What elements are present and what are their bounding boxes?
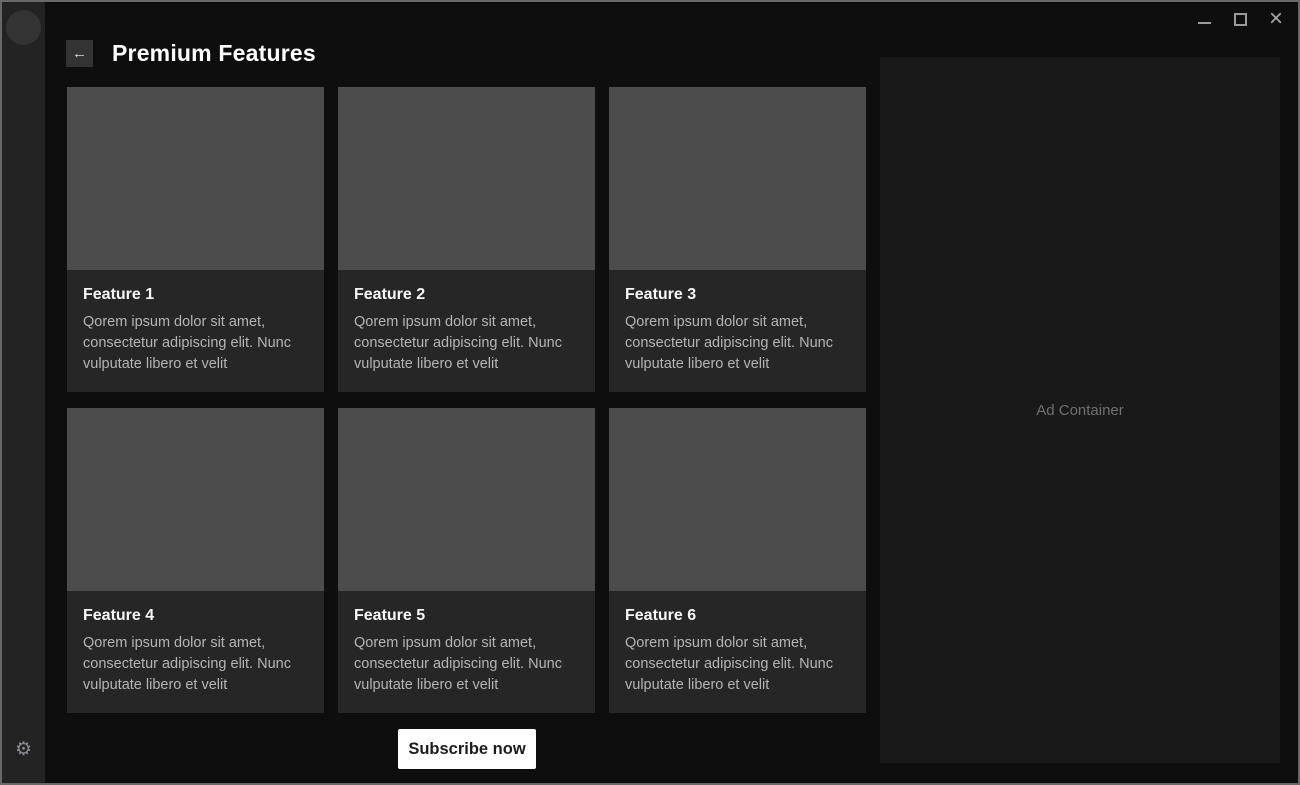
feature-description: Qorem ipsum dolor sit amet, consectetur … xyxy=(83,312,308,375)
feature-description: Qorem ipsum dolor sit amet, consectetur … xyxy=(354,312,579,375)
feature-card-body: Feature 5 Qorem ipsum dolor sit amet, co… xyxy=(338,591,595,712)
page-header: ← Premium Features xyxy=(66,40,316,67)
back-arrow-icon: ← xyxy=(72,46,87,61)
sidebar: ⚙ xyxy=(2,2,45,783)
feature-description: Qorem ipsum dolor sit amet, consectetur … xyxy=(354,633,579,696)
feature-description: Qorem ipsum dolor sit amet, consectetur … xyxy=(625,312,850,375)
feature-card-6[interactable]: Feature 6 Qorem ipsum dolor sit amet, co… xyxy=(609,408,866,713)
close-icon: × xyxy=(1269,7,1283,31)
feature-title: Feature 2 xyxy=(354,286,579,304)
page-title: Premium Features xyxy=(112,40,316,67)
feature-card-1[interactable]: Feature 1 Qorem ipsum dolor sit amet, co… xyxy=(67,87,324,392)
minimize-icon xyxy=(1198,15,1211,24)
maximize-button[interactable] xyxy=(1226,5,1254,33)
feature-card-body: Feature 4 Qorem ipsum dolor sit amet, co… xyxy=(67,591,324,712)
feature-description: Qorem ipsum dolor sit amet, consectetur … xyxy=(625,633,850,696)
maximize-icon xyxy=(1234,13,1247,26)
feature-title: Feature 5 xyxy=(354,607,579,625)
app-window: { "header": { "title": "Premium Features… xyxy=(0,0,1300,785)
feature-image-placeholder xyxy=(67,87,324,270)
window-controls: × xyxy=(1190,2,1290,36)
feature-card-5[interactable]: Feature 5 Qorem ipsum dolor sit amet, co… xyxy=(338,408,595,713)
feature-card-2[interactable]: Feature 2 Qorem ipsum dolor sit amet, co… xyxy=(338,87,595,392)
feature-image-placeholder xyxy=(338,408,595,591)
feature-image-placeholder xyxy=(67,408,324,591)
feature-title: Feature 1 xyxy=(83,286,308,304)
feature-image-placeholder xyxy=(338,87,595,270)
feature-card-4[interactable]: Feature 4 Qorem ipsum dolor sit amet, co… xyxy=(67,408,324,713)
feature-description: Qorem ipsum dolor sit amet, consectetur … xyxy=(83,633,308,696)
feature-card-3[interactable]: Feature 3 Qorem ipsum dolor sit amet, co… xyxy=(609,87,866,392)
feature-image-placeholder xyxy=(609,408,866,591)
ad-container-label: Ad Container xyxy=(1036,402,1124,419)
minimize-button[interactable] xyxy=(1190,5,1218,33)
feature-title: Feature 4 xyxy=(83,607,308,625)
subscribe-button[interactable]: Subscribe now xyxy=(398,729,536,769)
feature-card-body: Feature 6 Qorem ipsum dolor sit amet, co… xyxy=(609,591,866,712)
close-button[interactable]: × xyxy=(1262,5,1290,33)
back-button[interactable]: ← xyxy=(66,40,93,67)
gear-icon: ⚙ xyxy=(15,740,32,759)
feature-card-body: Feature 2 Qorem ipsum dolor sit amet, co… xyxy=(338,270,595,391)
feature-card-body: Feature 3 Qorem ipsum dolor sit amet, co… xyxy=(609,270,866,391)
settings-button[interactable]: ⚙ xyxy=(2,735,45,763)
ad-container: Ad Container xyxy=(880,57,1280,763)
feature-grid: Feature 1 Qorem ipsum dolor sit amet, co… xyxy=(67,87,866,713)
avatar[interactable] xyxy=(6,10,41,45)
feature-card-body: Feature 1 Qorem ipsum dolor sit amet, co… xyxy=(67,270,324,391)
feature-title: Feature 6 xyxy=(625,607,850,625)
feature-image-placeholder xyxy=(609,87,866,270)
feature-title: Feature 3 xyxy=(625,286,850,304)
